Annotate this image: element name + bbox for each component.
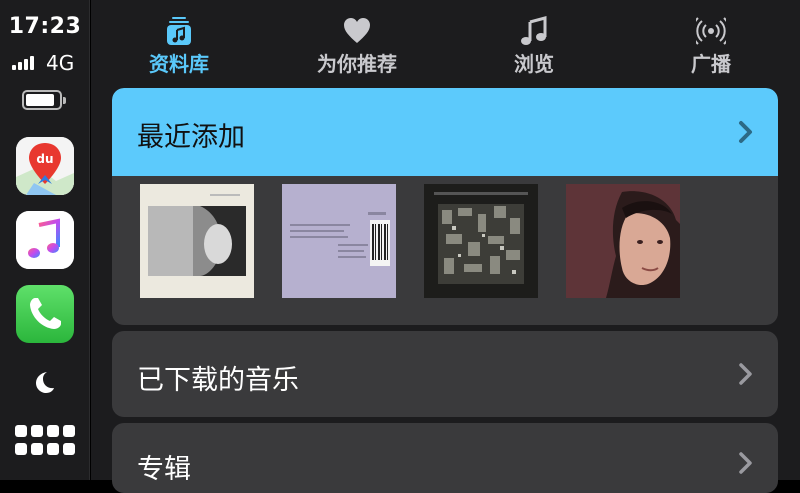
album-cover-bw-portrait <box>140 184 254 298</box>
recently-added-card: 最近添加 <box>112 88 778 325</box>
tab-for-you[interactable]: 为你推荐 <box>287 0 427 80</box>
albums-row[interactable]: 专辑 <box>112 423 778 493</box>
tab-radio[interactable]: 广播 <box>641 0 781 80</box>
battery-icon <box>22 90 66 110</box>
tab-label: 为你推荐 <box>317 52 397 76</box>
library-icon <box>167 17 191 45</box>
chevron-right-icon <box>739 452 752 474</box>
tab-browse[interactable]: 浏览 <box>464 0 604 80</box>
album-cover[interactable] <box>140 184 254 298</box>
row-label: 已下载的音乐 <box>137 365 299 396</box>
downloaded-music-row[interactable]: 已下载的音乐 <box>112 331 778 417</box>
maps-badge-text: du <box>36 152 53 166</box>
tab-label: 浏览 <box>514 52 554 76</box>
album-cover[interactable] <box>566 184 680 298</box>
tab-bar: 资料库 为你推荐 浏览 广播 <box>91 0 800 80</box>
music-note-icon <box>16 211 74 269</box>
tab-library[interactable]: 资料库 <box>109 0 249 80</box>
music-library-screen: 资料库 为你推荐 浏览 广播 最近添加 已下载的音乐 专辑 <box>91 0 800 493</box>
tab-label: 资料库 <box>149 52 209 76</box>
recently-added-row[interactable]: 最近添加 <box>112 88 778 176</box>
chevron-right-icon <box>739 121 752 143</box>
album-cover-maroon-portrait <box>566 184 680 298</box>
app-grid-icon[interactable] <box>15 425 77 457</box>
row-label: 最近添加 <box>137 122 245 153</box>
heart-icon <box>344 18 370 43</box>
clock: 17:23 <box>8 14 82 39</box>
album-cover-lavender-barcode <box>282 184 396 298</box>
music-note-icon <box>521 16 547 45</box>
maps-icon: du <box>16 137 74 195</box>
music-app-button[interactable] <box>16 211 74 269</box>
moon-icon[interactable] <box>31 369 57 395</box>
row-label: 专辑 <box>137 454 191 485</box>
tab-label: 广播 <box>691 52 731 76</box>
network-type: 4G <box>46 51 75 75</box>
phone-app-button[interactable] <box>16 285 74 343</box>
album-strip <box>140 184 700 298</box>
maps-app-button[interactable]: du <box>16 137 74 195</box>
chevron-right-icon <box>739 363 752 385</box>
album-cover-dark-collage <box>424 184 538 298</box>
album-cover[interactable] <box>282 184 396 298</box>
phone-icon <box>30 298 61 329</box>
album-cover[interactable] <box>424 184 538 298</box>
cellular-signal-icon <box>12 54 40 70</box>
carplay-sidebar: 17:23 4G du <box>0 0 90 480</box>
broadcast-icon <box>696 17 726 45</box>
